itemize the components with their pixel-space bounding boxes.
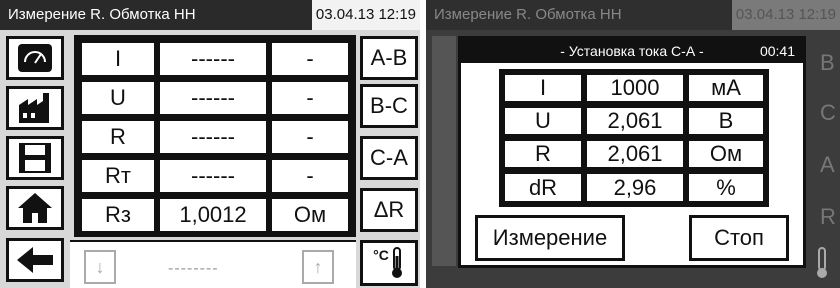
title-bar: Измерение R. Обмотка НН 03.04.13 12:19	[426, 0, 840, 30]
left-screen: Измерение R. Обмотка НН 03.04.13 12:19 I…	[0, 0, 420, 288]
phase-ca-button[interactable]: C-A	[360, 136, 418, 180]
row-unit: -	[270, 80, 350, 116]
decrease-button[interactable]: ↓	[84, 250, 116, 284]
dimmed-button-label: R	[820, 204, 836, 229]
right-screen: Измерение R. Обмотка НН 03.04.13 12:19 B…	[426, 0, 840, 288]
title-bar: Измерение R. Обмотка НН 03.04.13 12:19	[0, 0, 420, 30]
screen-title: Измерение R. Обмотка НН	[434, 6, 622, 23]
back-arrow-icon	[17, 247, 53, 273]
measure-button[interactable]: Измерение	[475, 215, 625, 261]
dimmed-button-label: C	[820, 100, 836, 125]
factory-icon	[19, 93, 49, 123]
row-label: R	[503, 139, 583, 169]
dialog-title-bar: - Установка тока С-А - 00:41	[461, 39, 803, 63]
delta-r-button[interactable]: ΔR	[360, 188, 418, 232]
thermometer-icon	[391, 247, 402, 278]
meter-icon	[18, 44, 52, 72]
dimmed-button-label: B	[820, 50, 835, 75]
row-unit: -	[270, 119, 350, 155]
temperature-button[interactable]: °C	[360, 240, 418, 286]
row-label: Rт	[80, 158, 156, 194]
datetime: 03.04.13 12:19	[311, 0, 420, 30]
row-label: U	[80, 80, 156, 116]
measurement-table: I ------ - U ------ - R ------ - Rт ----…	[74, 35, 356, 237]
row-value: ------	[158, 41, 268, 77]
row-value: 2,061	[585, 139, 685, 169]
row-label: Rз	[80, 197, 156, 233]
row-value: ------	[158, 80, 268, 116]
row-value: 1000	[585, 73, 685, 103]
row-unit: Ом	[687, 139, 765, 169]
back-button[interactable]	[6, 238, 64, 282]
dialog-table: I 1000 мА U 2,061 В R 2,061 Ом dR 2,96 %	[499, 69, 769, 207]
meter-button[interactable]	[6, 36, 64, 80]
dialog-timer: 00:41	[759, 43, 795, 59]
datetime: 03.04.13 12:19	[731, 0, 840, 30]
screen-title: Измерение R. Обмотка НН	[8, 6, 196, 23]
row-label: I	[503, 73, 583, 103]
down-arrow-icon: ↓	[95, 256, 105, 277]
celsius-label: °C	[373, 247, 389, 263]
row-unit: мА	[687, 73, 765, 103]
current-setup-dialog: - Установка тока С-А - 00:41 I 1000 мА U…	[458, 36, 806, 268]
floppy-disk-icon	[19, 143, 51, 173]
increase-button[interactable]: ↑	[302, 250, 334, 284]
home-button[interactable]	[6, 186, 64, 230]
row-value: ------	[158, 119, 268, 155]
bottom-value: --------	[168, 260, 219, 277]
phase-ab-button[interactable]: A-B	[360, 36, 418, 80]
dialog-title: - Установка тока С-А -	[560, 43, 704, 59]
row-value: 2,061	[585, 106, 685, 136]
thermometer-icon	[817, 247, 827, 278]
row-label: dR	[503, 172, 583, 203]
home-icon	[18, 193, 52, 223]
bottom-bar: ↓ -------- ↑	[70, 240, 356, 288]
row-unit: -	[270, 158, 350, 194]
dimmed-sidebar	[432, 36, 456, 266]
row-label: I	[80, 41, 156, 77]
phase-bc-button[interactable]: B-C	[360, 84, 418, 128]
row-value: 1,0012	[158, 197, 268, 233]
row-label: U	[503, 106, 583, 136]
row-label: R	[80, 119, 156, 155]
dimmed-button-label: A	[820, 152, 835, 177]
row-value: ------	[158, 158, 268, 194]
row-unit: -	[270, 41, 350, 77]
row-unit: %	[687, 172, 765, 203]
factory-button[interactable]	[6, 86, 64, 130]
row-unit: Ом	[270, 197, 350, 233]
up-arrow-icon: ↑	[313, 256, 323, 277]
save-button[interactable]	[6, 136, 64, 180]
row-value: 2,96	[585, 172, 685, 203]
row-unit: В	[687, 106, 765, 136]
stop-button[interactable]: Стоп	[689, 215, 789, 261]
